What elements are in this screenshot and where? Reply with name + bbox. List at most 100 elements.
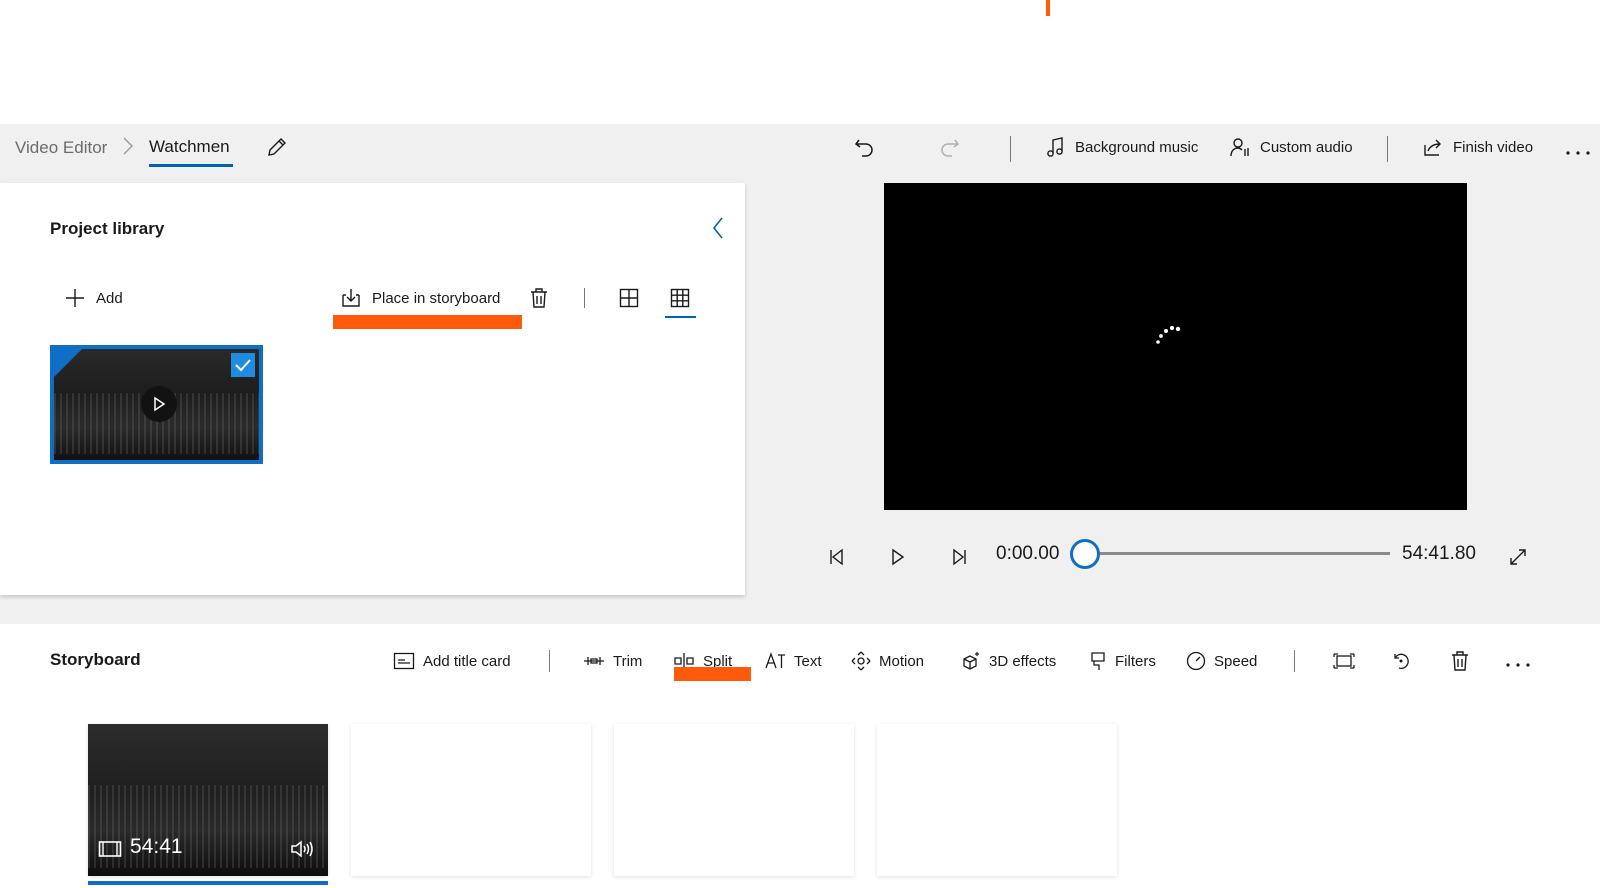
motion-label: Motion [879,652,925,670]
filters-button[interactable]: Filters [1089,648,1156,674]
undo-icon [853,136,875,158]
redo-button[interactable] [939,132,961,162]
current-time: 0:00.00 [996,543,1060,564]
place-in-storyboard-label: Place in storyboard [372,289,501,307]
selected-check-icon[interactable] [231,353,255,377]
project-library-title: Project library [50,219,165,238]
large-grid-icon [619,288,639,308]
breadcrumb-active-underline [149,164,233,167]
volume-icon[interactable] [290,838,316,860]
motion-icon [851,651,871,671]
breadcrumb-chevron-icon [122,136,134,156]
video-editor-window: Video Editor Watchmen Background music C… [0,0,1600,888]
storyboard-clip[interactable]: 54:41 [88,724,328,876]
add-title-card-button[interactable]: Add title card [393,648,511,674]
3d-effects-icon [961,651,981,671]
storyboard-empty-slot[interactable] [614,724,854,876]
storyboard-toolbar-divider [549,650,550,672]
rotate-button[interactable] [1391,648,1411,674]
rotate-icon [1391,651,1411,671]
header-divider [1010,136,1011,162]
step-forward-icon [950,547,968,567]
more-options-button[interactable] [1565,134,1591,164]
play-icon [890,547,906,567]
trim-button[interactable]: Trim [583,648,642,674]
storyboard-empty-slot[interactable] [351,724,591,876]
add-label: Add [96,289,123,307]
delete-clip-button[interactable] [1450,648,1470,674]
download-tray-icon [340,287,362,309]
delete-library-item-button[interactable] [529,284,549,312]
storyboard-more-button[interactable] [1505,648,1531,674]
large-grid-view-button[interactable] [619,284,639,312]
header-bar [0,124,1600,184]
chevron-left-icon [711,216,725,240]
next-frame-button[interactable] [950,542,968,572]
previous-frame-button[interactable] [828,542,846,572]
seek-bar[interactable] [1085,552,1390,555]
expand-icon [1508,547,1528,567]
text-button[interactable]: Text [764,648,822,674]
library-item-thumbnail[interactable] [50,345,263,464]
play-icon[interactable] [141,386,177,422]
small-grid-active-underline [665,316,696,318]
text-icon [764,652,786,670]
filters-label: Filters [1115,652,1156,670]
play-button[interactable] [890,542,906,572]
finish-video-label: Finish video [1453,138,1534,156]
header-divider [1387,136,1388,162]
trash-icon [1450,650,1470,672]
loading-spinner-icon [1155,324,1189,348]
pencil-icon [266,136,288,158]
film-icon [98,840,122,858]
redo-icon [939,136,961,158]
clip-selected-indicator [88,881,328,885]
speed-button[interactable]: Speed [1186,648,1257,674]
small-grid-view-button[interactable] [670,284,690,312]
speed-label: Speed [1214,652,1258,670]
undo-button[interactable] [853,132,875,162]
breadcrumb-project-name[interactable]: Watchmen [149,137,230,157]
add-title-card-label: Add title card [423,652,511,670]
resize-button[interactable] [1333,648,1355,674]
item-in-use-marker [54,349,82,377]
title-card-icon [393,652,415,670]
trim-label: Trim [613,652,643,670]
share-icon [1422,136,1444,158]
rename-project-button[interactable] [266,132,288,162]
3d-effects-button[interactable]: 3D effects [961,648,1056,674]
music-note-icon [1046,136,1066,158]
trash-icon [529,287,549,309]
annotation-marker-top [1046,0,1050,16]
storyboard-toolbar-divider [1294,650,1295,672]
speed-icon [1186,651,1206,671]
library-toolbar-divider [584,288,585,308]
more-icon [1505,651,1531,671]
annotation-underline-split [674,667,751,681]
trim-icon [583,652,605,670]
motion-button[interactable]: Motion [851,648,924,674]
place-in-storyboard-button[interactable]: Place in storyboard [340,284,500,312]
seek-handle[interactable] [1070,539,1100,569]
step-back-icon [828,547,846,567]
background-music-label: Background music [1075,138,1199,156]
total-time: 54:41.80 [1402,543,1476,564]
custom-audio-button[interactable]: Custom audio [1229,132,1353,162]
add-media-button[interactable]: Add [64,284,123,312]
small-grid-icon [670,288,690,308]
more-icon [1565,139,1591,159]
storyboard-empty-slot[interactable] [877,724,1117,876]
annotation-underline-place [333,315,522,329]
background-music-button[interactable]: Background music [1046,132,1198,162]
custom-audio-label: Custom audio [1260,138,1353,156]
breadcrumb-video-editor[interactable]: Video Editor [15,138,107,158]
collapse-library-button[interactable] [711,214,725,242]
text-label: Text [794,652,822,670]
person-audio-icon [1229,136,1251,158]
storyboard-title: Storyboard [50,650,141,669]
fullscreen-button[interactable] [1508,542,1528,572]
3d-effects-label: 3D effects [989,652,1057,670]
plus-icon [64,287,86,309]
finish-video-button[interactable]: Finish video [1422,132,1533,162]
clip-duration: 54:41 [130,835,183,858]
